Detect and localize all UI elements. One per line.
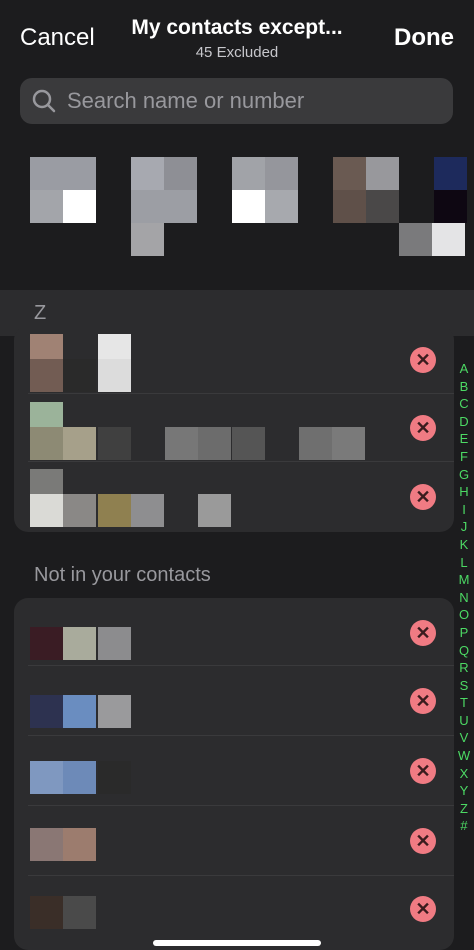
close-icon: ✕ [415, 691, 431, 711]
index-letter[interactable]: A [456, 360, 472, 378]
close-icon: ✕ [415, 623, 431, 643]
index-letter[interactable]: U [456, 712, 472, 730]
index-letter[interactable]: Y [456, 782, 472, 800]
index-letter[interactable]: B [456, 378, 472, 396]
index-letter[interactable]: # [456, 817, 472, 835]
index-letter[interactable]: X [456, 765, 472, 783]
index-letter[interactable]: V [456, 729, 472, 747]
search-icon [32, 89, 56, 113]
remove-button[interactable]: ✕ [410, 828, 436, 854]
index-letter[interactable]: D [456, 413, 472, 431]
index-letter[interactable]: G [456, 466, 472, 484]
close-icon: ✕ [415, 487, 431, 507]
index-letter[interactable]: O [456, 606, 472, 624]
close-icon: ✕ [415, 418, 431, 438]
index-letter[interactable]: M [456, 571, 472, 589]
index-letter[interactable]: N [456, 589, 472, 607]
navigation-bar: Cancel My contacts except... 45 Excluded… [0, 0, 474, 70]
search-input[interactable] [65, 87, 429, 115]
list-item[interactable]: ✕ [14, 462, 454, 532]
list-item[interactable]: ✕ [14, 806, 454, 876]
index-letter[interactable]: I [456, 501, 472, 519]
selected-contacts-strip[interactable] [0, 145, 474, 275]
index-letter[interactable]: C [456, 395, 472, 413]
remove-button[interactable]: ✕ [410, 484, 436, 510]
close-icon: ✕ [415, 761, 431, 781]
search-bar[interactable] [20, 78, 453, 124]
remove-button[interactable]: ✕ [410, 896, 436, 922]
index-letter[interactable]: Z [456, 800, 472, 818]
index-letter[interactable]: K [456, 536, 472, 554]
index-letter[interactable]: R [456, 659, 472, 677]
contacts-group: ✕ ✕ ✕ [14, 326, 454, 532]
remove-button[interactable]: ✕ [410, 688, 436, 714]
alphabet-index[interactable]: A B C D E F G H I J K L M N O P Q R S T … [456, 360, 472, 835]
index-letter[interactable]: W [456, 747, 472, 765]
not-in-contacts-group: ✕ ✕ ✕ ✕ ✕ [14, 598, 454, 950]
home-indicator [153, 940, 321, 946]
index-letter[interactable]: Q [456, 642, 472, 660]
index-letter[interactable]: T [456, 694, 472, 712]
index-letter[interactable]: E [456, 430, 472, 448]
list-item[interactable]: ✕ [14, 326, 454, 394]
index-letter[interactable]: F [456, 448, 472, 466]
list-item[interactable]: ✕ [14, 598, 454, 666]
index-letter[interactable]: P [456, 624, 472, 642]
list-item[interactable]: ✕ [14, 736, 454, 806]
close-icon: ✕ [415, 831, 431, 851]
close-icon: ✕ [415, 899, 431, 919]
index-letter[interactable]: L [456, 554, 472, 572]
close-icon: ✕ [415, 350, 431, 370]
remove-button[interactable]: ✕ [410, 415, 436, 441]
remove-button[interactable]: ✕ [410, 620, 436, 646]
index-letter[interactable]: J [456, 518, 472, 536]
remove-button[interactable]: ✕ [410, 347, 436, 373]
list-item[interactable]: ✕ [14, 666, 454, 736]
done-button[interactable]: Done [394, 24, 454, 52]
index-letter[interactable]: H [456, 483, 472, 501]
remove-button[interactable]: ✕ [410, 758, 436, 784]
list-item[interactable]: ✕ [14, 876, 454, 950]
index-letter[interactable]: S [456, 677, 472, 695]
section-letter: Z [34, 302, 47, 324]
not-in-contacts-header: Not in your contacts [34, 564, 211, 586]
list-item[interactable]: ✕ [14, 394, 454, 462]
